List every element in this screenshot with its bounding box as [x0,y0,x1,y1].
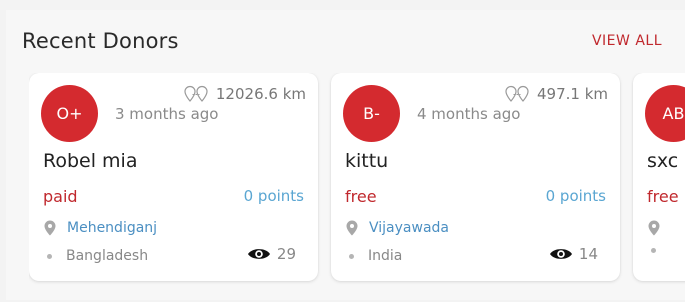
payment-type: free [345,187,377,206]
country-name: Bangladesh [66,248,149,264]
country: India [349,248,402,264]
blood-group-badge: O+ [41,85,98,142]
payment-type: free [647,187,679,206]
view-count: 29 [247,245,296,263]
map-marker-icon [43,220,57,236]
location-pins-icon [504,85,532,103]
donor-card[interactable]: O+ 12026.6 km 3 months ago Robel mia pai… [29,73,318,281]
city-name: Mehendiganj [67,220,158,236]
donor-name: kittu [345,150,389,172]
points: 0 points [243,187,304,205]
section-header: Recent Donors VIEW ALL [22,27,662,57]
view-all-button[interactable]: VIEW ALL [592,33,662,49]
points: 0 points [545,187,606,205]
donor-name: sxc [647,150,679,172]
bullet-dot [47,253,52,259]
blood-group-badge: AB [645,85,685,142]
location-pins-icon [183,85,211,103]
donor-card-list[interactable]: O+ 12026.6 km 3 months ago Robel mia pai… [29,73,685,285]
bullet-dot [349,253,354,259]
city-name: Vijayawada [369,220,449,236]
time-ago: 3 months ago [115,105,219,123]
country: Bangladesh [47,248,148,264]
view-count: 14 [549,245,598,263]
blood-group-badge: B- [343,85,400,142]
donor-card[interactable]: B- 497.1 km 4 months ago kittu free 0 po… [331,73,620,281]
payment-type: paid [43,187,78,206]
distance: 12026.6 km [183,85,306,103]
distance-value: 497.1 km [536,85,608,103]
views-value: 29 [276,245,296,263]
distance-value: 12026.6 km [215,85,306,103]
country-name: India [368,248,403,264]
eye-icon [549,246,573,262]
distance: 497.1 km [504,85,608,103]
map-marker-icon [647,220,661,236]
donor-card[interactable]: AB sxc free [633,73,685,281]
map-marker-icon [345,220,359,236]
country [651,248,656,253]
bullet-dot [651,248,656,253]
section-title: Recent Donors [22,29,179,53]
views-value: 14 [578,245,598,263]
time-ago: 4 months ago [417,105,521,123]
city: Mehendiganj [43,220,157,236]
city [647,220,661,236]
city: Vijayawada [345,220,449,236]
donor-name: Robel mia [43,150,138,172]
eye-icon [247,246,271,262]
